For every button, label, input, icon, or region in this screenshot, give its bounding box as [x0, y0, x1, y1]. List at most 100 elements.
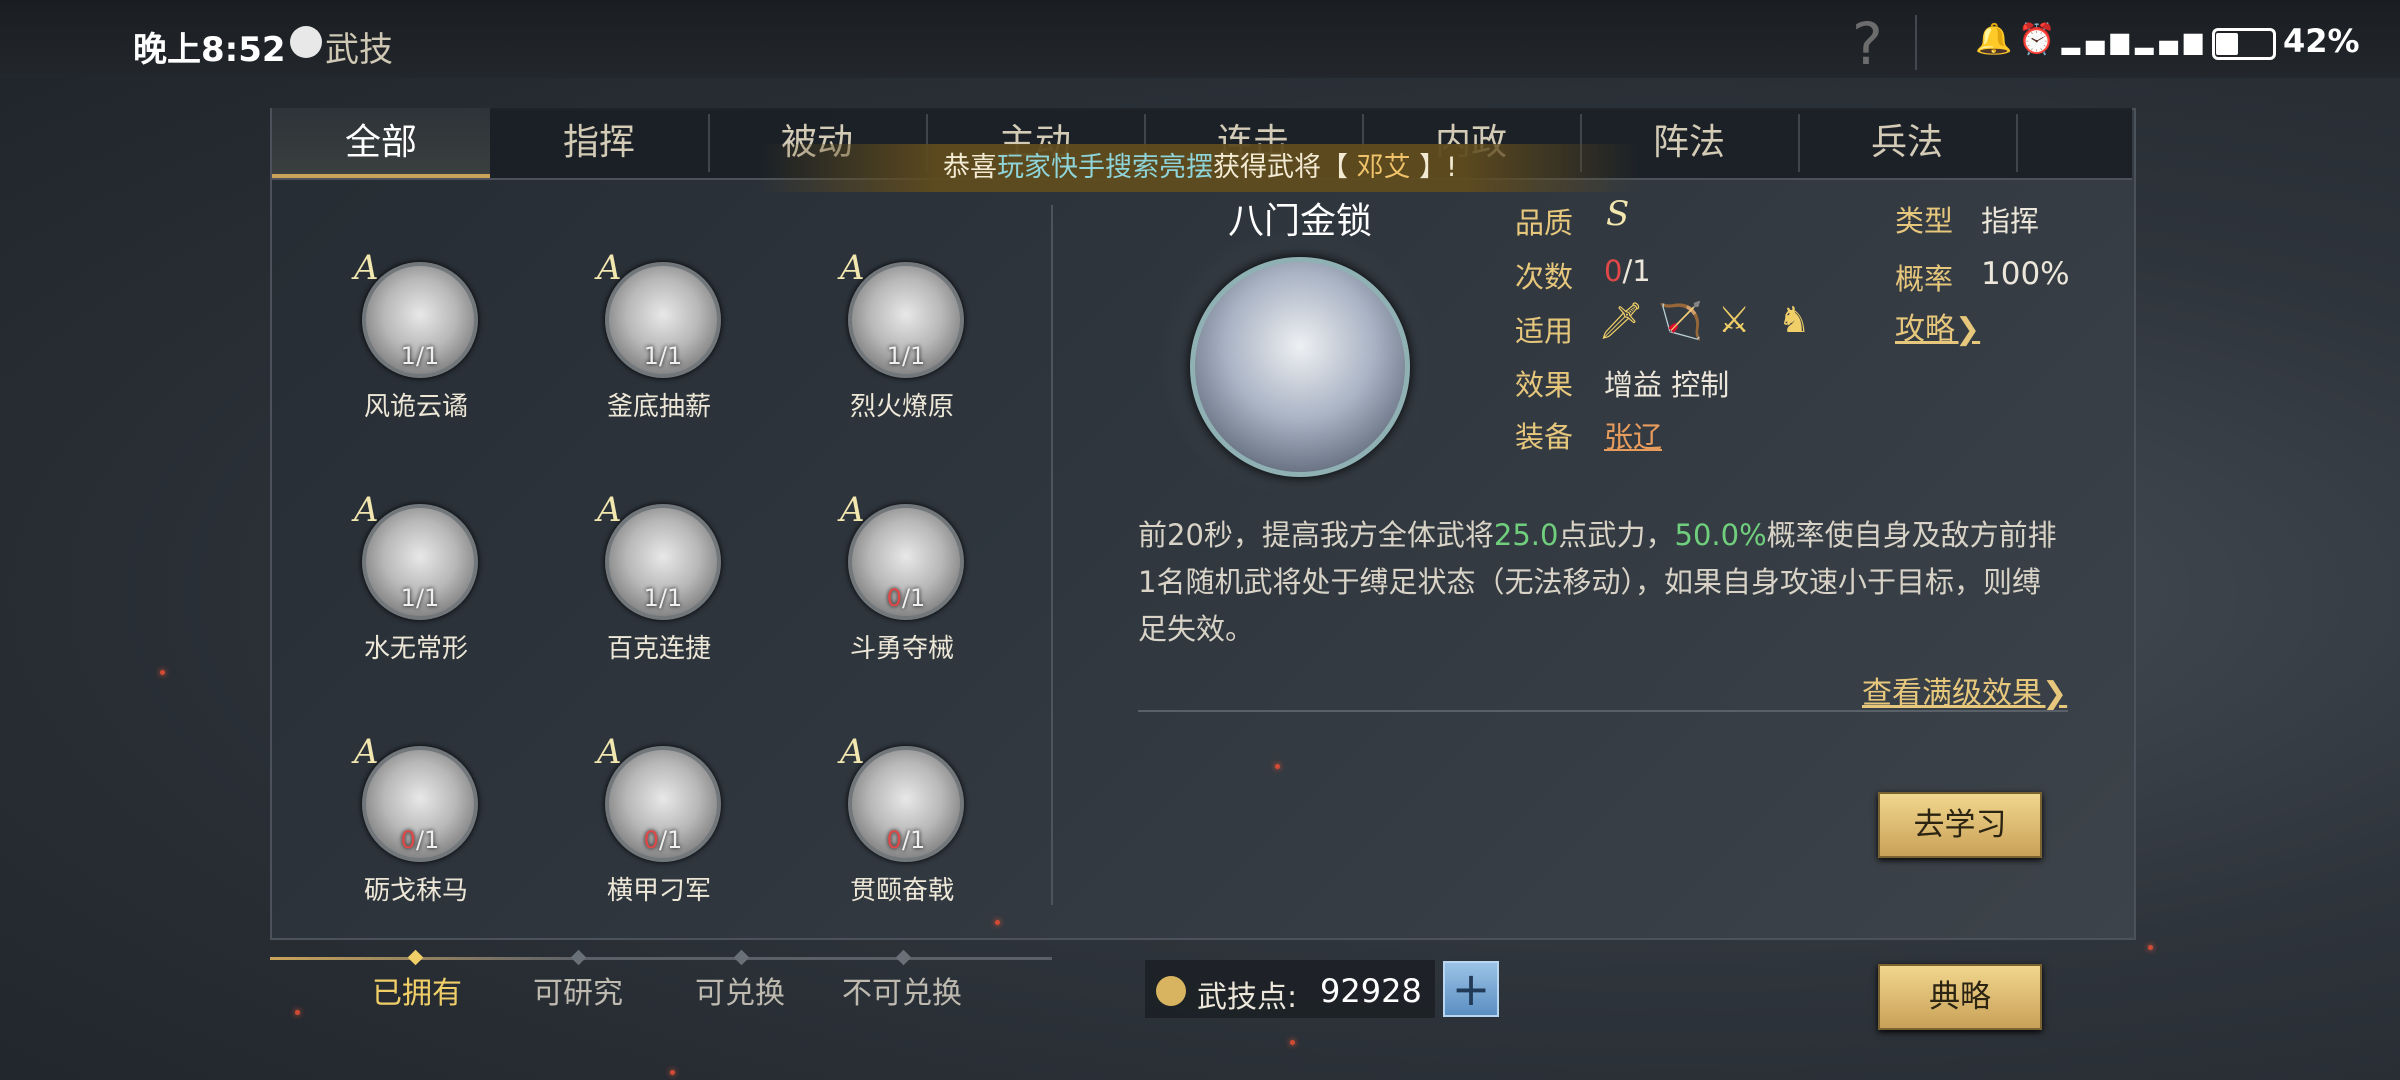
signal-icon-2: ▂▄▆ [2135, 27, 2209, 55]
skill-card[interactable]: A 0/1 砺戈秣马 [340, 732, 480, 916]
skill-name: 风诡云谲 [363, 392, 468, 422]
ember-particle [160, 670, 165, 675]
bell-icon: 🔔 [1975, 22, 2019, 57]
strategy-link[interactable]: 攻略❯ [1895, 304, 1980, 348]
skill-description: 前20秒，提高我方全体武将25.0点武力，50.0%概率使自身及敌方前排1名随机… [1138, 518, 2057, 646]
skill-card[interactable]: A 1/1 釜底抽薪 [583, 248, 723, 432]
filter-marker-active [407, 949, 424, 966]
skill-points-value: 92928 [1320, 972, 1422, 1010]
skill-count: 0/1 [886, 584, 926, 612]
skill-name: 斗勇夺械 [849, 634, 954, 664]
skill-grade: A [840, 248, 865, 288]
equip-general-link[interactable]: 张辽 [1604, 414, 1662, 456]
ember-particle [295, 1010, 300, 1015]
skill-grade: A [597, 732, 622, 772]
chevron-right-icon: ❯ [2042, 676, 2068, 711]
bow-icon: 🏹 [1658, 301, 1703, 342]
skill-points-label: 武技点: [1197, 980, 1298, 1015]
description-divider [1138, 710, 2068, 712]
type-label: 类型 [1895, 204, 1954, 238]
tab-tactics[interactable]: 兵法 [1798, 108, 2016, 178]
banner-player: 玩家快手搜索亮摆 [996, 152, 1213, 183]
skill-grade: A [354, 732, 379, 772]
status-time: 晚上8:52 [133, 30, 286, 70]
effect-label: 效果 [1515, 368, 1574, 402]
sword-icon: 🗡 [1598, 301, 1644, 342]
skill-name: 水无常形 [363, 634, 468, 664]
banner-suffix: 】! [1419, 152, 1457, 183]
count-label: 次数 [1515, 260, 1574, 294]
banner-general: 邓艾 [1356, 152, 1411, 183]
filter-exchangeable[interactable]: 可兑换 [695, 968, 785, 1012]
rate-label: 概率 [1895, 262, 1954, 296]
chevron-right-icon: ❯ [1955, 312, 1981, 347]
add-points-button[interactable]: + [1443, 961, 1499, 1017]
filter-owned[interactable]: 已拥有 [372, 968, 462, 1012]
panel-divider [1051, 205, 1053, 905]
quality-value: S [1606, 194, 1630, 234]
banner-middle: 获得武将【 [1212, 152, 1348, 183]
ember-particle [1290, 1040, 1295, 1045]
skill-card[interactable]: A 0/1 横甲刁军 [583, 732, 723, 916]
guide-button[interactable]: 典略 [1878, 964, 2042, 1030]
tab-command[interactable]: 指挥 [490, 108, 708, 178]
skill-points-icon [1156, 976, 1186, 1006]
ember-particle [995, 920, 1000, 925]
quality-label: 品质 [1515, 206, 1574, 240]
ember-particle [670, 1070, 675, 1075]
skill-grade: A [597, 490, 622, 530]
filter-marker [895, 949, 912, 966]
filter-researchable[interactable]: 可研究 [533, 968, 623, 1012]
status-divider [1915, 15, 1917, 70]
skill-count: 1/1 [643, 584, 683, 612]
skill-grade: A [840, 490, 865, 530]
skill-card[interactable]: A 0/1 斗勇夺械 [826, 490, 966, 674]
skill-name: 横甲刁军 [606, 876, 711, 906]
filter-not-exchangeable[interactable]: 不可兑换 [842, 968, 962, 1012]
skill-card[interactable]: A 1/1 百克连捷 [583, 490, 723, 674]
skill-name: 贯颐奋戟 [849, 876, 954, 906]
type-value: 指挥 [1981, 204, 2040, 238]
ember-particle [2148, 945, 2153, 950]
signal-icon: ▂▄▆ [2061, 27, 2136, 55]
skill-card[interactable]: A 1/1 烈火燎原 [826, 248, 966, 432]
skill-count: 1/1 [400, 584, 440, 612]
skill-detail-icon [1190, 257, 1410, 477]
skill-name: 烈火燎原 [849, 392, 954, 422]
ember-particle [1275, 764, 1280, 769]
app-title: 武技 [325, 30, 393, 70]
skill-name: 百克连捷 [606, 634, 711, 664]
effect-value: 增益 控制 [1604, 368, 1730, 402]
skill-card[interactable]: A 1/1 风诡云谲 [340, 248, 480, 432]
skill-count: 0/1 [643, 826, 683, 854]
battery-fill [2216, 33, 2238, 55]
alarm-icon: ⏰ [2018, 22, 2062, 57]
skill-count: 1/1 [400, 342, 440, 370]
equip-label: 装备 [1515, 420, 1574, 454]
skill-grade: A [354, 490, 379, 530]
learn-button[interactable]: 去学习 [1878, 792, 2042, 858]
help-icon[interactable]: ? [1852, 10, 1883, 78]
filter-marker [733, 949, 750, 966]
tab-separator [2016, 114, 2018, 172]
skill-count: 1/1 [643, 342, 683, 370]
filter-marker [570, 949, 587, 966]
skill-card[interactable]: A 1/1 水无常形 [340, 490, 480, 674]
skill-count: 1/1 [886, 342, 926, 370]
skill-grade: A [840, 732, 865, 772]
spear-icon: ⚔ [1718, 300, 1751, 341]
count-value: 0/1 [1604, 254, 1651, 288]
banner-prefix: 恭喜 [942, 152, 997, 183]
skill-grade: A [597, 248, 622, 288]
skill-count: 0/1 [886, 826, 926, 854]
skill-name: 釜底抽薪 [606, 392, 711, 422]
skill-card[interactable]: A 0/1 贯颐奋戟 [826, 732, 966, 916]
skill-grade: A [354, 248, 379, 288]
filter-underline [270, 957, 1052, 960]
full-level-effect-link[interactable]: 查看满级效果❯ [1862, 668, 2067, 712]
rate-value: 100% [1981, 256, 2070, 292]
apply-label: 适用 [1515, 314, 1574, 348]
skill-name: 砺戈秣马 [363, 876, 468, 906]
announcement-banner: 恭喜玩家快手搜索亮摆获得武将【 邓艾 】! [760, 144, 1640, 192]
tab-all[interactable]: 全部 [272, 108, 490, 178]
